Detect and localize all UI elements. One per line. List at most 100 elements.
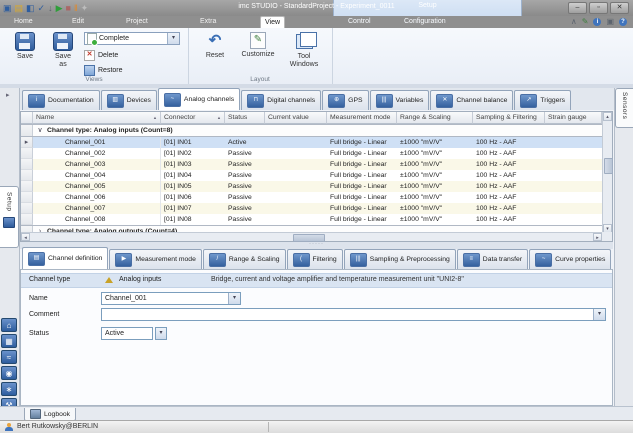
- vertical-scrollbar[interactable]: ▴ ▾: [602, 112, 612, 233]
- reset-button[interactable]: ↶ Reset: [196, 32, 234, 60]
- table-row[interactable]: Channel_007[01] IN07 Passive Full bridge…: [21, 203, 602, 214]
- left-sidebar: ▸ Setup ⌂ ▦ ≈ ◉ ∗ ⚒: [0, 88, 20, 420]
- edit-mode-icon[interactable]: ✎: [582, 17, 589, 27]
- channel-type-row: Channel type Analog inputs Bridge, curre…: [21, 273, 612, 288]
- channel-type-description: Bridge, current and voltage amplifier an…: [211, 274, 464, 286]
- layout-group-label: Layout: [188, 76, 332, 83]
- col-strain-gauge[interactable]: Strain gauge: [545, 112, 602, 124]
- user-icon: [5, 423, 13, 431]
- table-row[interactable]: Channel_004[01] IN04 Passive Full bridge…: [21, 170, 602, 181]
- restore-view-button[interactable]: Restore: [84, 65, 123, 76]
- table-row[interactable]: Channel_002[01] IN02 Passive Full bridge…: [21, 148, 602, 159]
- tab-control[interactable]: Control: [344, 16, 375, 28]
- col-current-value[interactable]: Current value: [265, 112, 327, 124]
- measurement-mode-icon: ▶: [115, 253, 132, 267]
- tab-measurement-mode[interactable]: ▶ Measurement mode: [109, 249, 201, 269]
- right-sidebar: Sensors: [614, 88, 633, 420]
- horizontal-scrollbar[interactable]: ◂ ▸: [21, 232, 602, 241]
- tab-home[interactable]: Home: [10, 16, 37, 28]
- sidebar-tab-sensors[interactable]: Sensors: [615, 88, 633, 128]
- logbook-icon: [30, 409, 41, 419]
- home-icon[interactable]: ⌂: [1, 318, 17, 332]
- ball-icon[interactable]: ◉: [1, 366, 17, 380]
- tab-range-scaling[interactable]: / Range & Scaling: [203, 249, 286, 269]
- sidebar-tab-setup[interactable]: Setup: [0, 186, 19, 248]
- group-row-analog-inputs[interactable]: ∨ Channel type: Analog inputs (Count=8): [21, 124, 602, 137]
- tab-gps[interactable]: ⊕ GPS: [322, 90, 368, 110]
- detail-tab-strip: ▤ Channel definition ▶ Measurement mode …: [22, 249, 611, 269]
- tab-documentation[interactable]: i Documentation: [22, 90, 100, 110]
- comment-dropdown-icon[interactable]: ▾: [593, 309, 605, 320]
- table-row[interactable]: Channel_008[01] IN08 Passive Full bridge…: [21, 214, 602, 225]
- tab-configuration[interactable]: Configuration: [400, 16, 450, 28]
- tab-triggers[interactable]: ↗ Triggers: [514, 90, 571, 110]
- scroll-left-icon[interactable]: ◂: [21, 233, 30, 241]
- save-button[interactable]: Save: [6, 32, 44, 61]
- sampling-icon: |||: [350, 253, 367, 267]
- tab-channel-definition[interactable]: ▤ Channel definition: [22, 247, 108, 269]
- name-combo[interactable]: Channel_001 ▾: [101, 292, 241, 305]
- tab-devices[interactable]: ▥ Devices: [101, 90, 157, 110]
- windows-icon[interactable]: ▣: [606, 17, 614, 27]
- table-row[interactable]: Channel_003[01] IN03 Passive Full bridge…: [21, 159, 602, 170]
- info-icon[interactable]: i: [593, 18, 601, 26]
- table-row[interactable]: Channel_005[01] IN05 Passive Full bridge…: [21, 181, 602, 192]
- name-dropdown-icon[interactable]: ▾: [228, 293, 240, 304]
- pin-icon[interactable]: ▸: [6, 91, 10, 99]
- panel-splitter[interactable]: ·····: [20, 242, 613, 249]
- close-button[interactable]: ✕: [610, 2, 629, 14]
- customize-pencil-icon: ✎: [250, 32, 266, 49]
- col-measurement-mode[interactable]: Measurement mode: [327, 112, 397, 124]
- signal-icon[interactable]: ≈: [1, 350, 17, 364]
- tab-filtering[interactable]: ( Filtering: [287, 249, 343, 269]
- channel-balance-icon: ✕: [436, 94, 453, 108]
- scroll-right-icon[interactable]: ▸: [593, 233, 602, 241]
- tab-digital-channels[interactable]: ⊓ Digital channels: [241, 90, 321, 110]
- minimize-button[interactable]: –: [568, 2, 587, 14]
- devices-icon[interactable]: ▦: [1, 334, 17, 348]
- scroll-thumb[interactable]: [604, 158, 613, 174]
- comment-combo[interactable]: ▾: [101, 308, 606, 321]
- tab-extra[interactable]: Extra: [196, 16, 220, 28]
- status-combo[interactable]: Active: [101, 327, 153, 340]
- maximize-button[interactable]: ▫: [589, 2, 608, 14]
- tab-variables[interactable]: ||| Variables: [370, 90, 430, 110]
- star-icon[interactable]: ∗: [1, 382, 17, 396]
- tool-windows-button[interactable]: Tool Windows: [284, 32, 324, 68]
- delete-view-button[interactable]: ✕ Delete: [84, 50, 118, 61]
- customize-button[interactable]: ✎ Customize: [236, 32, 280, 59]
- row-marker: ▸: [21, 137, 33, 148]
- tab-project[interactable]: Project: [122, 16, 152, 28]
- complete-view-icon: [87, 33, 97, 45]
- col-range-scaling[interactable]: Range & Scaling: [397, 112, 473, 124]
- view-select-combo[interactable]: Complete ▾: [84, 32, 180, 45]
- collapse-ribbon-icon[interactable]: ∧: [571, 17, 577, 27]
- collapse-icon[interactable]: ∨: [33, 125, 47, 136]
- tab-curve-properties[interactable]: ~ Curve properties: [529, 249, 611, 269]
- tab-data-transfer[interactable]: ≡ Data transfer: [457, 249, 528, 269]
- tab-edit[interactable]: Edit: [68, 16, 88, 28]
- col-connector[interactable]: Connector▲: [161, 112, 225, 124]
- view-combo-dropdown[interactable]: ▾: [167, 33, 179, 44]
- col-name[interactable]: Name▲: [33, 112, 161, 124]
- tab-analog-channels[interactable]: ~ Analog channels: [158, 88, 240, 110]
- views-group-label: Views: [0, 76, 188, 83]
- ribbon-group-views: Save Save as Complete ▾ ✕ Delete Restore…: [0, 28, 189, 84]
- table-row[interactable]: ▸ Channel_001[01] IN01 Active Full bridg…: [21, 137, 602, 148]
- scroll-up-icon[interactable]: ▴: [603, 112, 612, 121]
- table-row[interactable]: Channel_006[01] IN06 Passive Full bridge…: [21, 192, 602, 203]
- variables-icon: |||: [376, 94, 393, 108]
- status-dropdown-icon[interactable]: ▾: [156, 328, 166, 339]
- tab-channel-balance[interactable]: ✕ Channel balance: [430, 90, 513, 110]
- col-sampling-filtering[interactable]: Sampling & Filtering: [473, 112, 545, 124]
- help-icon[interactable]: ?: [619, 18, 627, 26]
- tool-window-icons: ⌂ ▦ ≈ ◉ ∗ ⚒: [1, 318, 17, 412]
- menu-right-icons: ∧ ✎ i ▣ ?: [571, 16, 627, 28]
- save-as-button[interactable]: Save as: [44, 32, 82, 68]
- status-dropdown[interactable]: ▾: [155, 327, 167, 340]
- corner-cell: [21, 112, 33, 124]
- tab-sampling-preprocessing[interactable]: ||| Sampling & Preprocessing: [344, 249, 456, 269]
- gps-icon: ⊕: [328, 94, 345, 108]
- col-status[interactable]: Status: [225, 112, 265, 124]
- ribbon: Save Save as Complete ▾ ✕ Delete Restore…: [0, 28, 633, 85]
